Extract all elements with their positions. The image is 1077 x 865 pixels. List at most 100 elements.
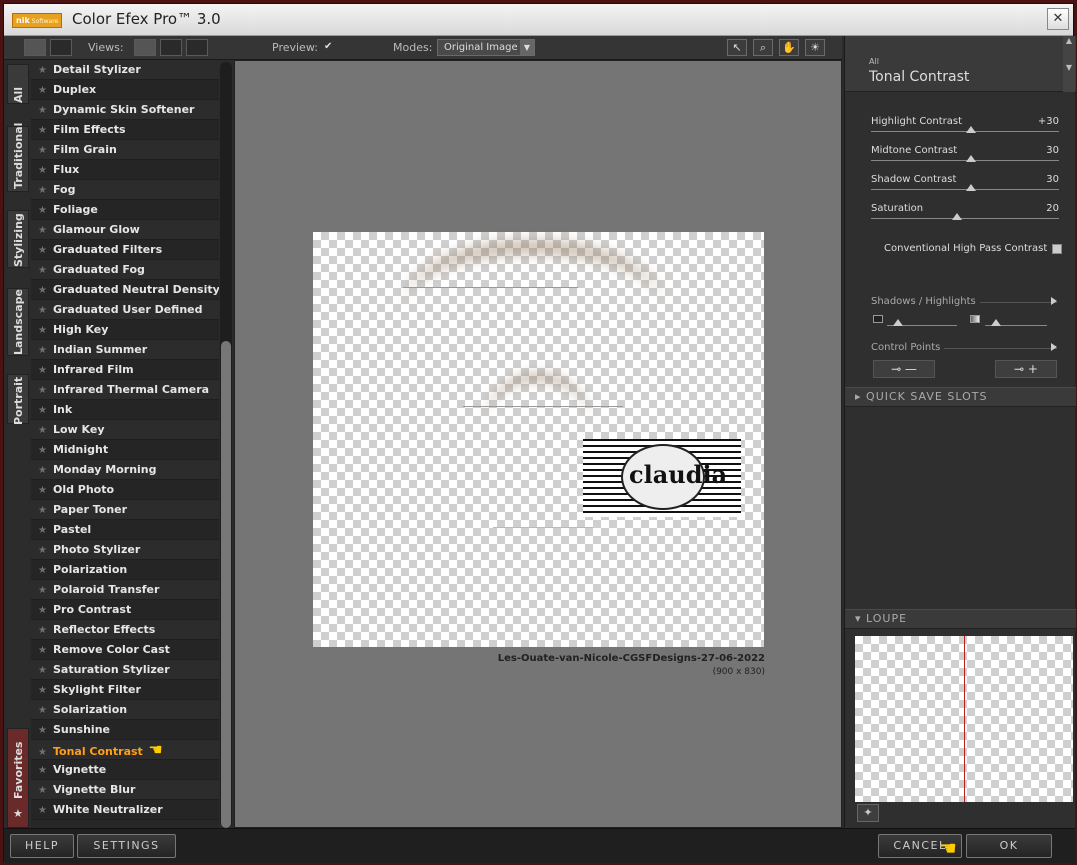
favorite-star-icon[interactable]: ★: [38, 125, 47, 136]
preview-checkbox[interactable]: ✔: [324, 42, 334, 52]
filter-item[interactable]: ★ Polaroid Transfer: [31, 580, 219, 600]
tab-landscape[interactable]: Landscape: [7, 288, 29, 356]
pin-icon[interactable]: ✦: [857, 804, 879, 822]
filter-item[interactable]: ★ Film Grain: [31, 140, 219, 160]
control-points-section[interactable]: Control Points: [871, 342, 1057, 353]
filter-item[interactable]: ★ Photo Stylizer: [31, 540, 219, 560]
high-pass-checkbox[interactable]: [1052, 244, 1062, 254]
tab-portrait[interactable]: Portrait: [7, 374, 29, 425]
filter-item[interactable]: ★ Duplex: [31, 80, 219, 100]
remove-control-point-button[interactable]: ⊸ —: [873, 360, 935, 378]
favorite-star-icon[interactable]: ★: [38, 365, 47, 376]
shadows-slider-thumb[interactable]: [893, 319, 903, 326]
hand-icon[interactable]: ✋: [779, 39, 799, 56]
favorite-star-icon[interactable]: ★: [38, 505, 47, 516]
slider-thumb[interactable]: [965, 184, 976, 191]
slider-thumb[interactable]: [952, 213, 963, 220]
filter-item[interactable]: ★ Dynamic Skin Softener: [31, 100, 219, 120]
pointer-icon[interactable]: ↖: [727, 39, 747, 56]
tab-favorites[interactable]: Favorites ★: [7, 728, 29, 828]
favorite-star-icon[interactable]: ★: [38, 425, 47, 436]
favorite-star-icon[interactable]: ★: [38, 165, 47, 176]
filter-item[interactable]: ★ Flux: [31, 160, 219, 180]
filter-item[interactable]: ★ Pro Contrast: [31, 600, 219, 620]
favorite-star-icon[interactable]: ★: [38, 605, 47, 616]
favorite-star-icon[interactable]: ★: [38, 565, 47, 576]
scrollbar-thumb[interactable]: [221, 341, 231, 828]
slider-thumb[interactable]: [965, 155, 976, 162]
favorite-star-icon[interactable]: ★: [38, 405, 47, 416]
shadows-highlights-section[interactable]: Shadows / Highlights: [871, 296, 1057, 307]
view-single-button[interactable]: [134, 39, 156, 56]
filter-item[interactable]: ★ Old Photo: [31, 480, 219, 500]
favorite-star-icon[interactable]: ★: [38, 705, 47, 716]
favorite-star-icon[interactable]: ★: [38, 205, 47, 216]
highlights-slider-thumb[interactable]: [991, 319, 1001, 326]
favorite-star-icon[interactable]: ★: [38, 645, 47, 656]
filter-item[interactable]: ★ White Neutralizer: [31, 800, 219, 820]
filter-item[interactable]: ★ Graduated User Defined: [31, 300, 219, 320]
favorite-star-icon[interactable]: ★: [38, 625, 47, 636]
settings-button[interactable]: SETTINGS: [77, 834, 176, 858]
filter-item[interactable]: ★ Glamour Glow: [31, 220, 219, 240]
favorite-star-icon[interactable]: ★: [38, 725, 47, 736]
help-button[interactable]: HELP: [10, 834, 74, 858]
favorite-star-icon[interactable]: ★: [38, 325, 47, 336]
favorite-star-icon[interactable]: ★: [38, 665, 47, 676]
favorite-star-icon[interactable]: ★: [38, 465, 47, 476]
filter-item[interactable]: ★ Vignette Blur: [31, 780, 219, 800]
favorite-star-icon[interactable]: ★: [38, 305, 47, 316]
favorite-star-icon[interactable]: ★: [38, 105, 47, 116]
filter-item[interactable]: ★ Film Effects: [31, 120, 219, 140]
tab-all[interactable]: All: [7, 64, 29, 104]
close-button[interactable]: ✕: [1047, 8, 1069, 30]
filter-item[interactable]: ★ Foliage: [31, 200, 219, 220]
loupe-header[interactable]: ▾ LOUPE: [845, 609, 1076, 629]
favorite-star-icon[interactable]: ★: [38, 765, 47, 776]
tab-stylizing[interactable]: Stylizing: [7, 210, 29, 268]
expand-arrow-icon[interactable]: [1051, 343, 1057, 351]
filter-item[interactable]: ★ Pastel: [31, 520, 219, 540]
view-split-button[interactable]: [160, 39, 182, 56]
filter-item[interactable]: ★ Sunshine: [31, 720, 219, 740]
filter-item[interactable]: ★ Solarization: [31, 700, 219, 720]
filter-item[interactable]: ★ Midnight: [31, 440, 219, 460]
favorite-star-icon[interactable]: ★: [38, 85, 47, 96]
filter-item[interactable]: ★ Low Key: [31, 420, 219, 440]
favorite-star-icon[interactable]: ★: [38, 747, 47, 758]
expand-arrow-icon[interactable]: [1051, 297, 1057, 305]
slider-track[interactable]: [871, 218, 1059, 219]
favorite-star-icon[interactable]: ★: [38, 265, 47, 276]
single-view-icon[interactable]: [24, 39, 46, 56]
loupe-view[interactable]: [855, 636, 1073, 802]
favorite-star-icon[interactable]: ★: [38, 525, 47, 536]
filter-item[interactable]: ★ Vignette: [31, 760, 219, 780]
tab-traditional[interactable]: Traditional: [7, 123, 29, 192]
preview-area[interactable]: claudia Les-Ouate-van-Nicole-CGSFDesigns…: [234, 60, 842, 828]
filter-item[interactable]: ★ Graduated Fog: [31, 260, 219, 280]
favorite-star-icon[interactable]: ★: [38, 685, 47, 696]
slider-thumb[interactable]: [965, 126, 976, 133]
filter-item[interactable]: ★ Paper Toner: [31, 500, 219, 520]
filter-item[interactable]: ★ Polarization: [31, 560, 219, 580]
quick-save-slots-header[interactable]: ▸ QUICK SAVE SLOTS: [845, 387, 1076, 407]
filter-item[interactable]: ★ Reflector Effects: [31, 620, 219, 640]
filter-item[interactable]: ★ Ink: [31, 400, 219, 420]
favorite-star-icon[interactable]: ★: [38, 785, 47, 796]
filter-item[interactable]: ★ Saturation Stylizer: [31, 660, 219, 680]
favorite-star-icon[interactable]: ★: [38, 485, 47, 496]
filter-item[interactable]: ★ Detail Stylizer: [31, 60, 219, 80]
filter-item[interactable]: ★ Fog: [31, 180, 219, 200]
favorite-star-icon[interactable]: ★: [38, 245, 47, 256]
filter-item[interactable]: ★ Monday Morning: [31, 460, 219, 480]
background-color-icon[interactable]: ☀: [805, 39, 825, 56]
zoom-icon[interactable]: ⌕: [753, 39, 773, 56]
favorite-star-icon[interactable]: ★: [38, 65, 47, 76]
high-pass-contrast-option[interactable]: Conventional High Pass Contrast: [884, 243, 1062, 254]
split-list-view-icon[interactable]: [50, 39, 72, 56]
filter-item[interactable]: ★ Indian Summer: [31, 340, 219, 360]
filter-scrollbar[interactable]: [220, 62, 232, 828]
filter-item[interactable]: ★ Skylight Filter: [31, 680, 219, 700]
favorite-star-icon[interactable]: ★: [38, 545, 47, 556]
favorite-star-icon[interactable]: ★: [38, 385, 47, 396]
